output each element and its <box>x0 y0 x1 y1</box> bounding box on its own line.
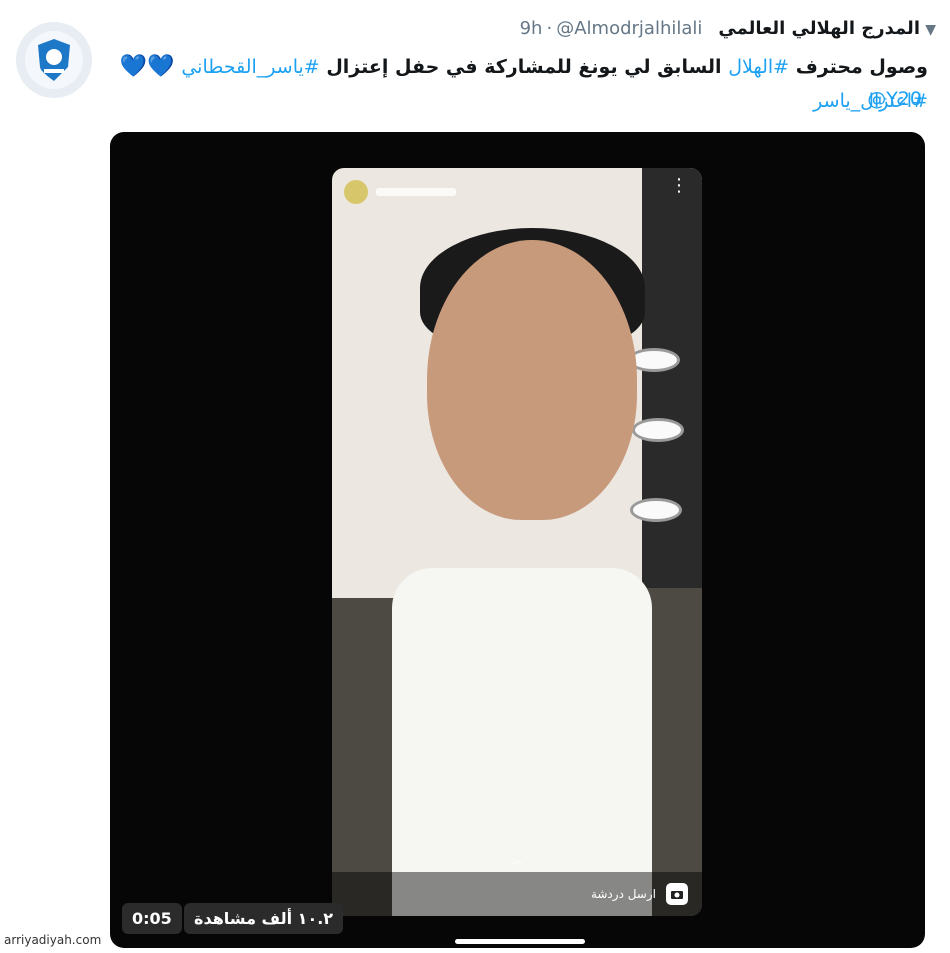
ceiling-light <box>632 418 684 442</box>
reply-bar[interactable]: ارسل دردشة <box>332 872 702 916</box>
story-user-info <box>344 180 456 204</box>
hashtag-yasser[interactable]: #ياسر_القحطاني <box>181 56 319 78</box>
tweet-time[interactable]: 9h <box>520 18 543 39</box>
chevron-up-icon[interactable]: ︿ <box>511 851 523 868</box>
story-avatar <box>344 180 368 204</box>
hashtag-hilal[interactable]: #الهلال <box>728 56 789 78</box>
tweet-text-mid: السابق لي يونغ للمشاركة في حفل إعتزال <box>326 56 722 78</box>
more-vertical-icon[interactable]: ⋮ <box>670 177 688 195</box>
mention-y20[interactable]: @Y20 <box>867 88 922 110</box>
person-face <box>427 240 637 520</box>
profile-avatar[interactable] <box>16 22 92 98</box>
source-credit: arriyadiyah.com <box>4 933 102 947</box>
video-progress-bar[interactable] <box>455 939 585 944</box>
author-name[interactable]: المدرج الهلالي العالمي <box>718 18 920 39</box>
tweet-text: وصول محترف #الهلال السابق لي يونغ للمشار… <box>108 50 928 118</box>
club-crest-icon <box>38 39 70 81</box>
chevron-down-icon[interactable]: ▼ <box>925 22 936 38</box>
heart-emoji-icon: 💙💙 <box>119 54 175 79</box>
tweet-header: 9h · @Almodrjalhilali المدرج الهلالي الع… <box>520 18 920 39</box>
separator-dot: · <box>546 18 553 39</box>
video-frame: ⋮ ︿ ارسل دردشة <box>332 168 702 916</box>
ceiling-light <box>630 498 682 522</box>
reply-label: ارسل دردشة <box>590 887 656 901</box>
view-count: ١٠.٢ ألف مشاهدة <box>184 903 344 934</box>
video-duration: 0:05 <box>122 903 182 934</box>
camera-icon[interactable] <box>666 883 688 905</box>
story-username <box>376 188 456 196</box>
video-player[interactable]: ⋮ ︿ ارسل دردشة 0:05 ١٠.٢ ألف مشاهدة <box>110 132 925 948</box>
author-handle[interactable]: @Almodrjalhilali <box>556 18 702 39</box>
tweet-text-start: وصول محترف <box>795 56 928 78</box>
